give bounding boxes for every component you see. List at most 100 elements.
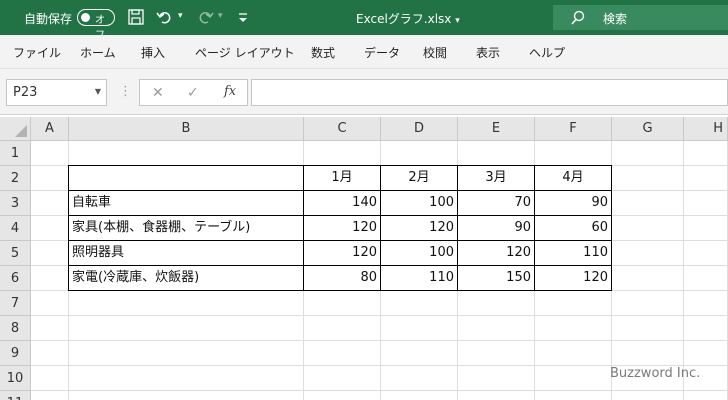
table-cell[interactable]: 120 xyxy=(535,266,612,291)
undo-icon[interactable] xyxy=(156,8,174,26)
empty-cell[interactable] xyxy=(612,166,684,191)
autosave-toggle[interactable]: オフ xyxy=(77,9,115,41)
insert-function-icon[interactable]: fx xyxy=(224,84,236,99)
table-cell[interactable]: 90 xyxy=(535,191,612,216)
empty-cell[interactable] xyxy=(535,291,612,316)
table-cell[interactable]: 110 xyxy=(535,241,612,266)
row-header-11[interactable]: 11 xyxy=(0,391,31,400)
empty-cell[interactable] xyxy=(458,316,535,341)
column-header-e[interactable]: E xyxy=(458,117,535,141)
empty-cell[interactable] xyxy=(458,141,535,166)
empty-cell[interactable] xyxy=(684,391,728,400)
empty-cell[interactable] xyxy=(381,141,458,166)
row-header-1[interactable]: 1 xyxy=(0,141,31,166)
row-header-3[interactable]: 3 xyxy=(0,191,31,216)
tab-home[interactable]: ホーム xyxy=(80,44,116,61)
empty-cell[interactable] xyxy=(304,391,381,400)
redo-icon[interactable] xyxy=(196,8,214,26)
undo-dropdown-icon[interactable]: ▾ xyxy=(178,11,183,21)
column-header-b[interactable]: B xyxy=(69,117,304,141)
empty-cell[interactable] xyxy=(612,216,684,241)
empty-cell[interactable] xyxy=(304,341,381,366)
table-cell[interactable]: 70 xyxy=(458,191,535,216)
empty-cell[interactable] xyxy=(381,341,458,366)
formula-bar-grip-icon[interactable]: ⋮ xyxy=(119,84,132,99)
table-cell[interactable]: 120 xyxy=(381,216,458,241)
empty-cell[interactable] xyxy=(381,291,458,316)
select-all-button[interactable] xyxy=(0,117,31,141)
table-cell[interactable]: 100 xyxy=(381,191,458,216)
empty-cell[interactable] xyxy=(69,341,304,366)
empty-cell[interactable] xyxy=(684,166,728,191)
empty-cell[interactable] xyxy=(381,366,458,391)
empty-cell[interactable] xyxy=(458,291,535,316)
row-header-2[interactable]: 2 xyxy=(0,166,31,191)
empty-cell[interactable] xyxy=(612,341,684,366)
empty-cell[interactable] xyxy=(31,241,69,266)
empty-cell[interactable] xyxy=(31,166,69,191)
empty-cell[interactable] xyxy=(304,366,381,391)
empty-cell[interactable] xyxy=(612,291,684,316)
empty-cell[interactable] xyxy=(535,141,612,166)
table-header-cell[interactable]: 4月 xyxy=(535,166,612,191)
empty-cell[interactable] xyxy=(684,266,728,291)
empty-cell[interactable] xyxy=(684,241,728,266)
empty-cell[interactable] xyxy=(31,291,69,316)
column-header-h[interactable]: H xyxy=(684,117,728,141)
empty-cell[interactable] xyxy=(612,316,684,341)
empty-cell[interactable] xyxy=(684,291,728,316)
column-header-f[interactable]: F xyxy=(535,117,612,141)
row-header-5[interactable]: 5 xyxy=(0,241,31,266)
table-cell[interactable]: 110 xyxy=(381,266,458,291)
column-header-g[interactable]: G xyxy=(612,117,684,141)
table-cell[interactable]: 120 xyxy=(304,241,381,266)
empty-cell[interactable] xyxy=(458,341,535,366)
empty-cell[interactable] xyxy=(31,366,69,391)
tab-page-layout[interactable]: ページ レイアウト xyxy=(195,44,295,61)
tab-file[interactable]: ファイル xyxy=(13,44,61,61)
row-header-7[interactable]: 7 xyxy=(0,291,31,316)
empty-cell[interactable] xyxy=(69,316,304,341)
tab-formulas[interactable]: 数式 xyxy=(311,44,335,61)
empty-cell[interactable] xyxy=(69,291,304,316)
table-row-label[interactable]: 家電(冷蔵庫、炊飯器) xyxy=(69,266,304,291)
empty-cell[interactable] xyxy=(535,366,612,391)
empty-cell[interactable] xyxy=(31,191,69,216)
empty-cell[interactable] xyxy=(31,216,69,241)
table-header-cell[interactable]: 2月 xyxy=(381,166,458,191)
table-row-label[interactable]: 家具(本棚、食器棚、テーブル) xyxy=(69,216,304,241)
empty-cell[interactable] xyxy=(31,341,69,366)
enter-icon[interactable]: ✓ xyxy=(187,85,199,101)
name-box[interactable]: P23 ▼ xyxy=(6,79,107,106)
empty-cell[interactable] xyxy=(304,291,381,316)
empty-cell[interactable] xyxy=(31,316,69,341)
table-cell[interactable]: 100 xyxy=(381,241,458,266)
customize-toolbar-icon[interactable] xyxy=(234,8,252,26)
tab-view[interactable]: 表示 xyxy=(476,44,500,61)
search-box[interactable]: 検索 xyxy=(553,5,728,30)
empty-cell[interactable] xyxy=(31,141,69,166)
tab-data[interactable]: データ xyxy=(364,44,400,61)
row-header-10[interactable]: 10 xyxy=(0,366,31,391)
table-cell[interactable]: 120 xyxy=(304,216,381,241)
empty-cell[interactable] xyxy=(684,216,728,241)
tab-help[interactable]: ヘルプ xyxy=(529,44,565,61)
empty-cell[interactable] xyxy=(458,366,535,391)
row-header-6[interactable]: 6 xyxy=(0,266,31,291)
row-header-8[interactable]: 8 xyxy=(0,316,31,341)
empty-cell[interactable] xyxy=(612,266,684,291)
empty-cell[interactable] xyxy=(684,316,728,341)
empty-cell[interactable] xyxy=(535,316,612,341)
column-header-a[interactable]: A xyxy=(31,117,69,141)
empty-cell[interactable] xyxy=(69,141,304,166)
empty-cell[interactable] xyxy=(381,391,458,400)
empty-cell[interactable] xyxy=(535,341,612,366)
empty-cell[interactable] xyxy=(31,266,69,291)
table-cell[interactable]: 140 xyxy=(304,191,381,216)
table-cell[interactable]: 60 xyxy=(535,216,612,241)
document-filename[interactable]: Excelグラフ.xlsx ▾ xyxy=(356,10,460,27)
tab-insert[interactable]: 挿入 xyxy=(141,44,165,61)
cell-b2[interactable] xyxy=(69,166,304,191)
empty-cell[interactable] xyxy=(535,391,612,400)
empty-cell[interactable] xyxy=(304,141,381,166)
